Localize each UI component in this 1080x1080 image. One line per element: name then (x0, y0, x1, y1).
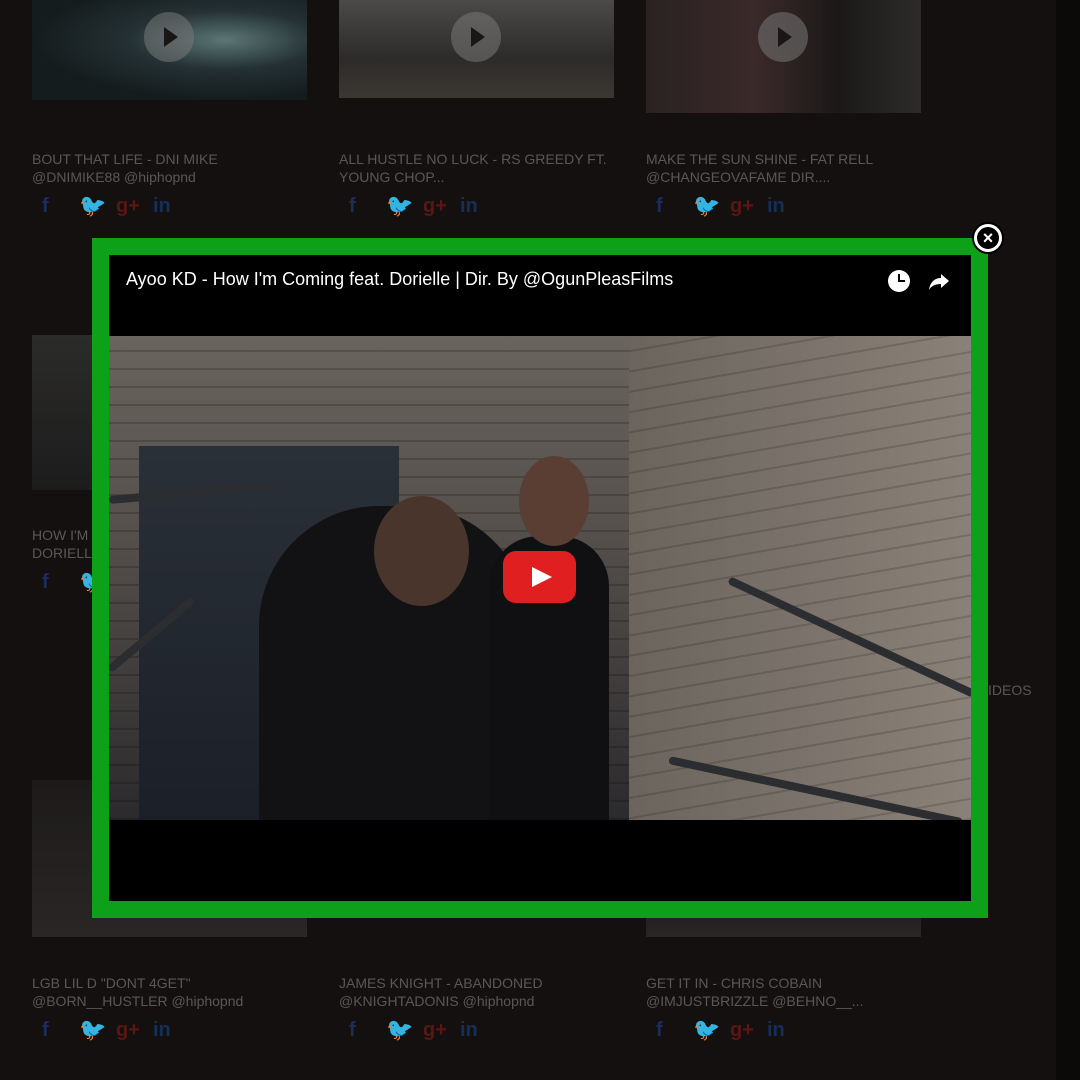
video-scene-person-head (519, 456, 589, 546)
video-thumbnail[interactable] (646, 0, 921, 113)
linkedin-icon[interactable]: in (767, 194, 804, 218)
facebook-icon[interactable]: f (339, 194, 386, 218)
linkedin-icon[interactable]: in (767, 1018, 804, 1042)
google-plus-icon[interactable]: g+ (116, 194, 153, 218)
video-card-title[interactable]: HOW I'M DORIELL (32, 526, 92, 562)
social-share-row: f 🐦 g+ in (339, 194, 497, 218)
social-share-row: f 🐦 g+ in (32, 194, 190, 218)
google-plus-icon[interactable]: g+ (730, 194, 767, 218)
google-plus-icon[interactable]: g+ (730, 1018, 767, 1042)
twitter-icon[interactable]: 🐦 (693, 194, 730, 218)
share-icon[interactable] (927, 269, 951, 293)
video-scene-brick-wall (629, 336, 971, 820)
video-card-title[interactable]: LGB LIL D "DONT 4GET" @BORN__HUSTLER @hi… (32, 974, 322, 1010)
google-plus-icon[interactable]: g+ (116, 1018, 153, 1042)
play-icon[interactable] (451, 12, 501, 62)
twitter-icon[interactable]: 🐦 (386, 1018, 423, 1042)
social-share-row: f 🐦 g+ in (32, 1018, 190, 1042)
linkedin-icon[interactable]: in (153, 1018, 190, 1042)
social-share-row: f 🐦 g+ in (646, 1018, 804, 1042)
page-edge (1056, 0, 1080, 1080)
embedded-video-player[interactable]: Ayoo KD - How I'm Coming feat. Dorielle … (109, 255, 971, 901)
video-card-title[interactable]: MAKE THE SUN SHINE - FAT RELL @CHANGEOVA… (646, 150, 936, 186)
linkedin-icon[interactable]: in (153, 194, 190, 218)
video-thumbnail[interactable] (32, 0, 307, 100)
video-frame[interactable] (109, 336, 971, 820)
google-plus-icon[interactable]: g+ (423, 1018, 460, 1042)
google-plus-icon[interactable]: g+ (423, 194, 460, 218)
twitter-icon[interactable]: 🐦 (693, 1018, 730, 1042)
twitter-icon[interactable]: 🐦 (386, 194, 423, 218)
close-icon[interactable]: × (974, 224, 1002, 252)
video-card-title[interactable]: BOUT THAT LIFE - DNI MIKE @DNIMIKE88 @hi… (32, 150, 322, 186)
video-card-title[interactable]: ALL HUSTLE NO LUCK - RS GREEDY FT. YOUNG… (339, 150, 629, 186)
linkedin-icon[interactable]: in (460, 1018, 497, 1042)
video-scene-person-head (374, 496, 469, 606)
video-card-title[interactable]: JAMES KNIGHT - ABANDONED @KNIGHTADONIS @… (339, 974, 629, 1010)
facebook-icon[interactable]: f (339, 1018, 386, 1042)
play-icon[interactable] (758, 12, 808, 62)
facebook-icon[interactable]: f (32, 194, 79, 218)
social-share-row: f 🐦 g+ in (646, 194, 804, 218)
section-link[interactable]: IDEOS (988, 681, 1032, 699)
linkedin-icon[interactable]: in (460, 194, 497, 218)
facebook-icon[interactable]: f (646, 194, 693, 218)
video-thumbnail[interactable] (339, 0, 614, 98)
video-title[interactable]: Ayoo KD - How I'm Coming feat. Dorielle … (126, 269, 673, 290)
facebook-icon[interactable]: f (32, 570, 79, 594)
twitter-icon[interactable]: 🐦 (79, 1018, 116, 1042)
play-icon[interactable] (144, 12, 194, 62)
watch-later-clock-icon[interactable] (888, 270, 910, 292)
close-modal-button[interactable]: × (972, 222, 1004, 254)
video-card-title[interactable]: GET IT IN - CHRIS COBAIN @IMJUSTBRIZZLE … (646, 974, 936, 1010)
twitter-icon[interactable]: 🐦 (79, 194, 116, 218)
facebook-icon[interactable]: f (32, 1018, 79, 1042)
facebook-icon[interactable]: f (646, 1018, 693, 1042)
youtube-play-icon[interactable] (503, 551, 576, 603)
social-share-row: f 🐦 g+ in (339, 1018, 497, 1042)
